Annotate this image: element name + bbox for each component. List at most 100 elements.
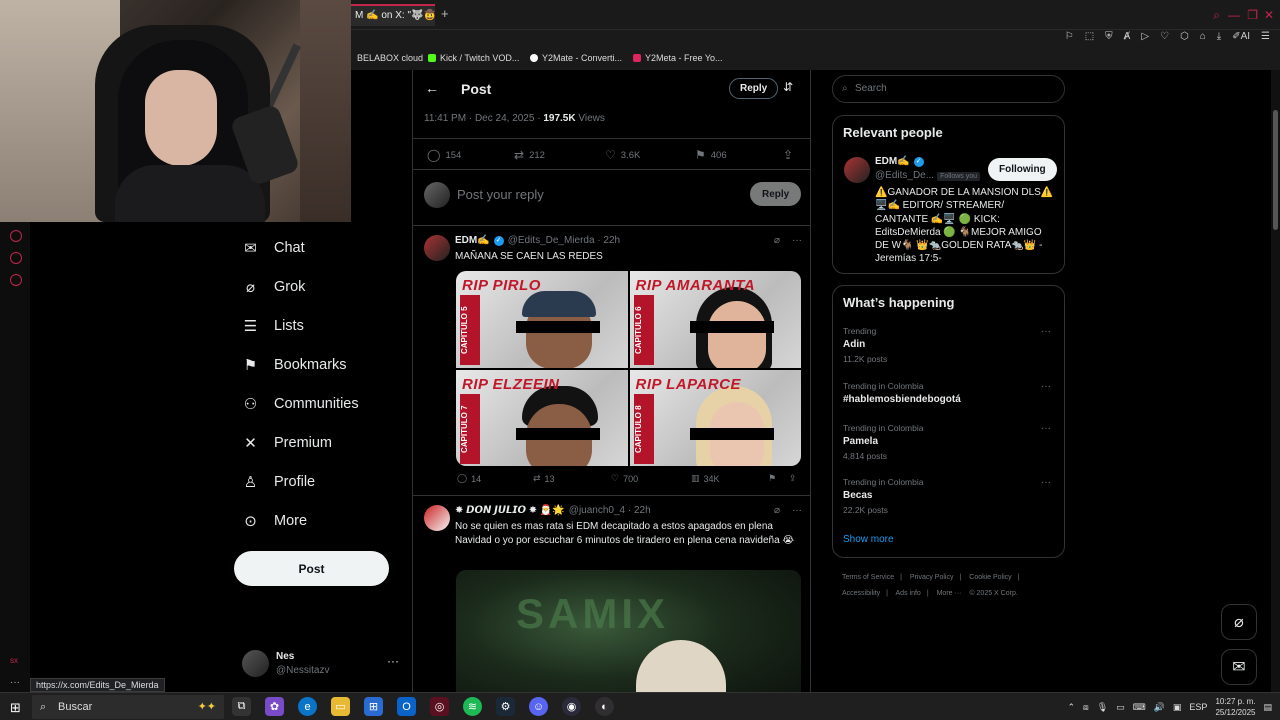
nav-chat[interactable]: ✉ Chat <box>230 228 405 267</box>
bookmark-stat[interactable]: ⚑ 406 <box>695 148 727 162</box>
extensions-icon[interactable]: ⬡ <box>1180 31 1189 42</box>
browser-app-icon[interactable]: ◎ <box>430 697 449 716</box>
reply-stat[interactable]: ◯ 154 <box>427 148 461 162</box>
menu-icon[interactable]: ☰ <box>1261 31 1270 42</box>
discord-icon[interactable]: ☺ <box>529 697 548 716</box>
trend-item[interactable]: Trending in Colombia #hablemosbiendebogo… <box>843 381 1055 405</box>
tweet-image[interactable]: RIP LAPARCE CAPITULO 8 <box>629 369 801 466</box>
more-icon[interactable]: ··· <box>1041 326 1051 337</box>
display-icon[interactable]: ▣ <box>1173 702 1182 713</box>
tweet-image[interactable]: RIP PIRLO CAPITULO 5 <box>456 271 628 368</box>
reply-input[interactable]: Post your reply <box>457 187 544 202</box>
more-link[interactable]: More ··· <box>937 590 962 597</box>
reply-tweet[interactable]: EDM✍️ ✓ @Edits_De_Mierda · 22h ⌀ ··· MAÑA… <box>413 226 810 496</box>
nav-profile[interactable]: ♙ Profile <box>230 462 405 501</box>
windows-start-icon[interactable]: ⊞ <box>10 700 21 716</box>
nav-lists[interactable]: ☰ Lists <box>230 306 405 345</box>
heart-icon[interactable]: ♡ <box>1160 31 1169 42</box>
avatar[interactable] <box>424 505 450 531</box>
screenshot-icon[interactable]: ⬚ <box>1085 31 1094 42</box>
like-action[interactable]: ♡ 700 <box>611 473 638 484</box>
filter-icon[interactable]: ⇵ <box>783 80 793 94</box>
clock[interactable]: 10:27 p. m. 25/12/2025 <box>1215 696 1255 718</box>
grok-fab-icon[interactable]: ⌀ <box>1221 604 1257 640</box>
trend-item[interactable]: Trending in Colombia Becas 22.2K posts ·… <box>843 477 1055 515</box>
more-icon[interactable]: ··· <box>1041 477 1051 488</box>
close-icon[interactable]: ✕ <box>1264 8 1274 22</box>
trend-item[interactable]: Trending in Colombia Pamela 4,814 posts … <box>843 423 1055 461</box>
play-icon[interactable]: ▷ <box>1141 31 1149 42</box>
share-action[interactable]: ⇪ <box>789 473 797 484</box>
repost-action[interactable]: ⇄ 13 <box>533 473 555 484</box>
relevant-name[interactable]: EDM✍️ ✓ <box>875 156 924 167</box>
views-action[interactable]: ▥ 34K <box>691 473 720 484</box>
nav-grok[interactable]: ⌀ Grok <box>230 267 405 306</box>
avatar[interactable] <box>844 157 870 183</box>
bookmark-action[interactable]: ⚑ <box>768 473 776 484</box>
grok-icon[interactable]: ⌀ <box>774 235 780 246</box>
shield-icon[interactable]: ⛨ <box>1105 31 1113 42</box>
reply-action[interactable]: ◯ 14 <box>457 473 481 484</box>
nav-bookmarks[interactable]: ⚑ Bookmarks <box>230 345 405 384</box>
reply-header-button[interactable]: Reply <box>729 78 779 99</box>
language-indicator[interactable]: ESP <box>1189 702 1207 712</box>
copilot-icon[interactable]: ✿ <box>265 697 284 716</box>
relevant-handle[interactable]: @Edits_De... Follows you <box>875 170 981 181</box>
browser-tab[interactable]: M ✍️ on X: "🐺🤠🎄 <box>351 4 435 26</box>
tray-app-icon[interactable]: ⧈ <box>1083 702 1089 713</box>
terms-link[interactable]: Terms of Service <box>842 574 894 581</box>
more-icon[interactable]: ··· <box>792 235 802 246</box>
tweet-image[interactable]: RIP AMARANTA CAPITULO 6 <box>629 271 801 368</box>
tweet-image-grid[interactable]: RIP PIRLO CAPITULO 5 RIP AMARANTA CAPITU… <box>456 271 801 466</box>
like-stat[interactable]: ♡ 3.6K <box>605 148 640 162</box>
scrollbar[interactable] <box>1271 70 1280 692</box>
search-icon[interactable]: ⌕ <box>1213 8 1220 23</box>
grok-icon[interactable]: ⌀ <box>774 505 780 516</box>
more-icon[interactable]: ··· <box>1041 423 1051 434</box>
microphone-icon[interactable]: 🎙 <box>1097 702 1108 713</box>
outlook-icon[interactable]: O <box>397 697 416 716</box>
reply-submit-button[interactable]: Reply <box>750 182 802 206</box>
trend-item[interactable]: Trending Adin 11.2K posts ··· <box>843 326 1055 364</box>
ads-info-link[interactable]: Ads info <box>896 590 921 597</box>
new-tab-icon[interactable]: + <box>441 6 449 21</box>
notifications-icon[interactable]: ▤ <box>1263 702 1272 713</box>
more-icon[interactable]: ··· <box>1041 381 1051 392</box>
more-icon[interactable]: ··· <box>792 505 802 516</box>
task-view-icon[interactable]: ⧉ <box>232 697 251 716</box>
file-explorer-icon[interactable]: ▭ <box>331 697 350 716</box>
edge-icon[interactable]: e <box>298 697 317 716</box>
avatar[interactable] <box>424 235 450 261</box>
bookmark-page-icon[interactable]: ⚐ <box>1065 31 1074 42</box>
maximize-icon[interactable]: ❐ <box>1247 8 1258 22</box>
battery-icon[interactable]: ▭ <box>1116 702 1125 713</box>
bookmark-belabox[interactable]: BELABOX cloud <box>357 53 423 63</box>
volume-icon[interactable]: 🔊 <box>1154 702 1165 713</box>
bookmark-y2mate[interactable]: Y2Mate - Converti... <box>530 53 622 63</box>
spotify-icon[interactable]: ≋ <box>463 697 482 716</box>
bookmark-kick-twitch[interactable]: Kick / Twitch VOD... <box>428 53 519 63</box>
tweet-video[interactable]: SAMIX <box>456 570 801 692</box>
steam-icon[interactable]: ⚙ <box>496 697 515 716</box>
settings-icon[interactable] <box>10 274 22 286</box>
bookmark-y2meta[interactable]: Y2Meta - Free Yo... <box>633 53 723 63</box>
taskbar-search[interactable]: ⌕ Buscar ✦✦ <box>32 695 224 719</box>
nav-more[interactable]: ⊙ More <box>230 501 405 540</box>
repost-stat[interactable]: ⇄ 212 <box>514 148 545 162</box>
translate-icon[interactable]: Ⱥ <box>1124 31 1131 42</box>
more-icon[interactable]: ··· <box>10 677 20 688</box>
post-button[interactable]: Post <box>234 551 389 586</box>
account-switcher[interactable]: Nes @Nessitazv ··· <box>242 648 402 682</box>
search-input[interactable]: ⌕ Search <box>832 75 1065 103</box>
following-button[interactable]: Following <box>988 158 1057 181</box>
store-icon[interactable]: ⊞ <box>364 697 383 716</box>
nav-premium[interactable]: ✕ Premium <box>230 423 405 462</box>
chevron-up-icon[interactable]: ⌃ <box>1067 702 1075 713</box>
nav-communities[interactable]: ⚇ Communities <box>230 384 405 423</box>
accessibility-link[interactable]: Accessibility <box>842 590 880 597</box>
back-arrow-icon[interactable]: ← <box>425 80 439 96</box>
chat-icon[interactable] <box>10 252 22 264</box>
clock-icon[interactable] <box>10 230 22 242</box>
scrollbar-thumb[interactable] <box>1273 110 1278 230</box>
obs-icon[interactable]: ◐ <box>595 697 614 716</box>
